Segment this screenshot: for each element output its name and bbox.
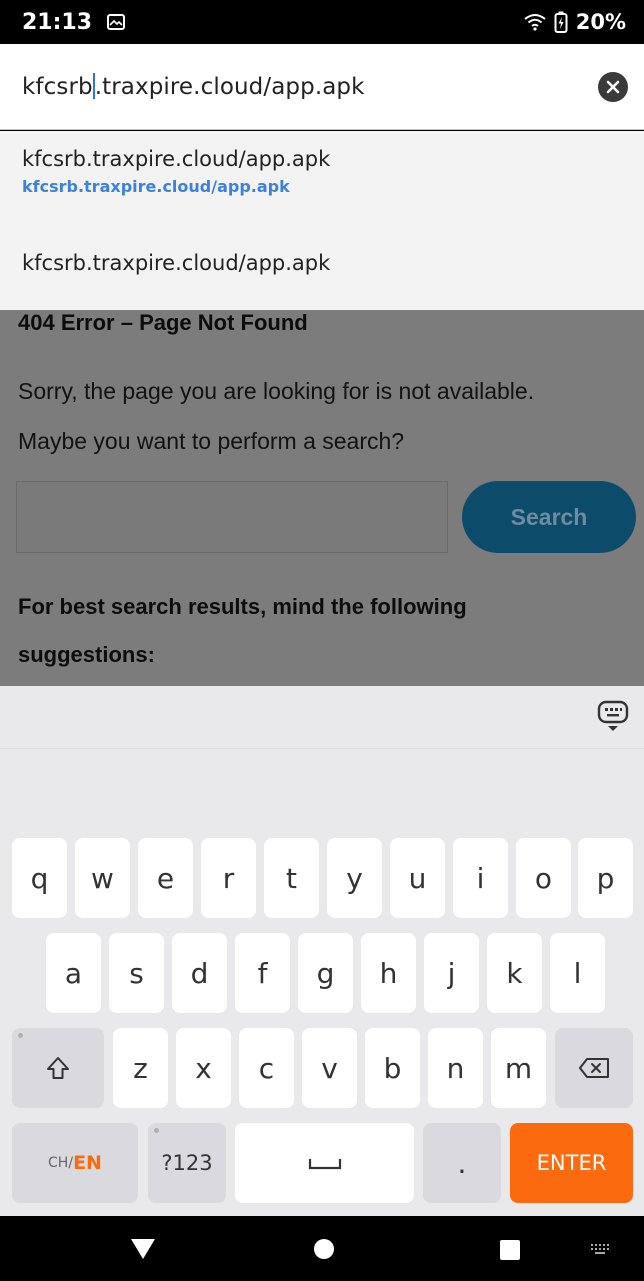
key-q[interactable]: q [12, 838, 67, 918]
language-switch-key[interactable]: CH/EN [12, 1123, 138, 1203]
navigation-bar [0, 1216, 644, 1281]
key-e[interactable]: e [138, 838, 193, 918]
search-button[interactable]: Search [462, 481, 636, 553]
page-title: 404 Error – Page Not Found [18, 310, 308, 335]
url-bar[interactable]: kfcsrb.traxpire.cloud/app.apk [0, 44, 644, 130]
key-h[interactable]: h [361, 933, 416, 1013]
url-text-after-caret: .traxpire.cloud/app.apk [94, 74, 365, 100]
photo-notification-icon [106, 12, 126, 32]
status-left: 21:13 [22, 10, 126, 35]
candidate-strip [0, 748, 644, 824]
suggestion-title: kfcsrb.traxpire.cloud/app.apk [22, 147, 331, 171]
backspace-key[interactable] [555, 1028, 633, 1108]
error-message-line-1: Sorry, the page you are looking for is n… [18, 378, 535, 404]
key-g[interactable]: g [298, 933, 353, 1013]
period-key[interactable]: . [423, 1123, 501, 1203]
suggestion-url: kfcsrb.traxpire.cloud/app.apk [22, 177, 290, 196]
key-y[interactable]: y [327, 838, 382, 918]
key-s[interactable]: s [109, 933, 164, 1013]
shift-icon [47, 1057, 69, 1079]
search-input[interactable] [16, 481, 448, 553]
wifi-icon [524, 13, 546, 31]
key-k[interactable]: k [487, 933, 542, 1013]
key-m[interactable]: m [491, 1028, 546, 1108]
status-bar: 21:13 20% [0, 0, 644, 44]
key-b[interactable]: b [365, 1028, 420, 1108]
key-r[interactable]: r [201, 838, 256, 918]
search-hint: For best search results, mind the follow… [18, 594, 467, 667]
back-triangle-icon[interactable] [130, 1238, 156, 1260]
lang-en-label: EN [73, 1152, 102, 1174]
enter-key[interactable]: ENTER [510, 1123, 633, 1203]
key-n[interactable]: n [428, 1028, 483, 1108]
clock: 21:13 [22, 9, 93, 35]
home-circle-icon[interactable] [313, 1238, 335, 1260]
key-t[interactable]: t [264, 838, 319, 918]
battery-percent: 20% [575, 10, 626, 34]
space-key[interactable] [235, 1123, 414, 1203]
key-a[interactable]: a [46, 933, 101, 1013]
key-d[interactable]: d [172, 933, 227, 1013]
error-message: Sorry, the page you are looking for is n… [18, 366, 534, 466]
suggestion-item[interactable]: kfcsrb.traxpire.cloud/app.apk [22, 251, 330, 275]
key-l[interactable]: l [550, 933, 605, 1013]
key-i[interactable]: i [453, 838, 508, 918]
battery-charging-icon [554, 11, 568, 33]
keyboard-switch-icon[interactable] [591, 1244, 611, 1256]
keyboard: q w e r t y u i o p a s d f g h j k l z … [0, 686, 644, 1216]
status-right: 20% [524, 10, 626, 34]
suggestion-item[interactable]: kfcsrb.traxpire.cloud/app.apk kfcsrb.tra… [22, 147, 330, 196]
key-x[interactable]: x [176, 1028, 231, 1108]
key-j[interactable]: j [424, 933, 479, 1013]
key-w[interactable]: w [75, 838, 130, 918]
key-hint-dot [18, 1033, 23, 1038]
space-icon [308, 1159, 341, 1170]
key-u[interactable]: u [390, 838, 445, 918]
lang-ch-label: CH/ [48, 1155, 74, 1171]
url-text-before-caret: kfcsrb [22, 74, 93, 100]
key-f[interactable]: f [235, 933, 290, 1013]
symbols-label: ?123 [161, 1151, 213, 1175]
backspace-icon [579, 1058, 609, 1078]
symbols-key[interactable]: ?123 [148, 1123, 226, 1203]
key-hint-dot [154, 1128, 159, 1133]
key-v[interactable]: v [302, 1028, 357, 1108]
recents-square-icon[interactable] [500, 1240, 520, 1260]
key-c[interactable]: c [239, 1028, 294, 1108]
keyboard-hide-button[interactable] [596, 700, 630, 738]
clear-url-button[interactable] [598, 72, 628, 102]
shift-key[interactable] [12, 1028, 104, 1108]
keyboard-toolbar [0, 686, 644, 748]
url-suggestions: kfcsrb.traxpire.cloud/app.apk kfcsrb.tra… [0, 131, 644, 310]
key-p[interactable]: p [578, 838, 633, 918]
key-z[interactable]: z [113, 1028, 168, 1108]
close-icon [606, 80, 620, 94]
url-input[interactable]: kfcsrb.traxpire.cloud/app.apk [22, 73, 365, 100]
keyboard-hide-icon [597, 700, 629, 731]
key-o[interactable]: o [516, 838, 571, 918]
page-content: 404 Error – Page Not Found Sorry, the pa… [0, 310, 644, 686]
error-message-line-2: Maybe you want to perform a search? [18, 428, 405, 454]
